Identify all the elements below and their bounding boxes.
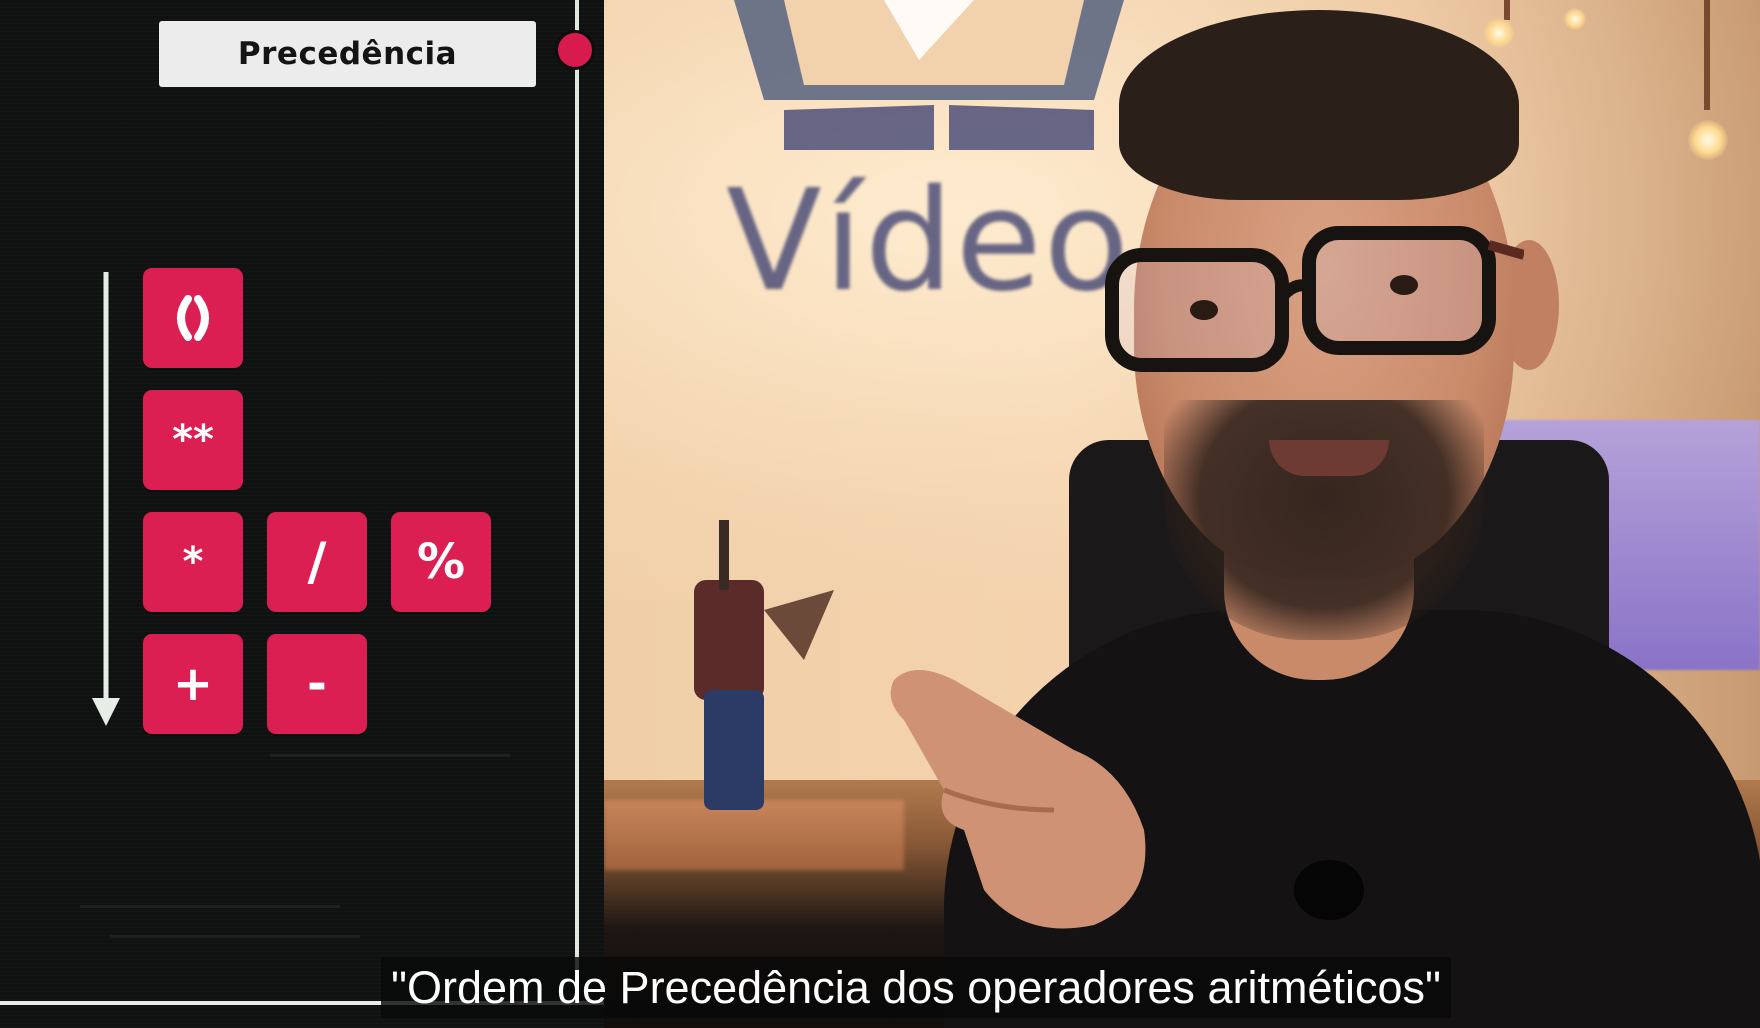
operator-tile-subtract: - (267, 634, 367, 734)
operator-tile-exponent: ** (143, 390, 243, 490)
wall-logo-text: Vídeo (726, 160, 1132, 323)
subtitle-caption: "Ordem de Precedência dos operadores ari… (381, 957, 1451, 1018)
slide-title: Precedência (159, 21, 536, 87)
ghost-row (110, 935, 360, 938)
video-frame: Precedência ** * / % + - Vídeo "Ordem de… (0, 0, 1760, 1028)
operator-tile-modulo: % (391, 512, 491, 612)
timeline-line (575, 0, 579, 1000)
parentheses-icon (177, 295, 209, 341)
pointing-hand (890, 670, 1146, 929)
timeline-marker-dot (555, 30, 595, 70)
lapel-microphone (1294, 860, 1364, 920)
pendant-lamp (1484, 18, 1514, 48)
pendant-lamp (1564, 8, 1586, 30)
operator-tile-multiply: * (143, 512, 243, 612)
lamp-rod (1704, 0, 1710, 110)
lamp-rod (1504, 0, 1510, 20)
ghost-row (270, 754, 510, 757)
presenter-video: Vídeo (604, 0, 1760, 1028)
mouth (1269, 440, 1389, 476)
figurine (694, 520, 834, 810)
glasses-icon (1105, 226, 1524, 372)
beard (1164, 400, 1484, 640)
operator-tile-add: + (143, 634, 243, 734)
play-icon (734, 0, 1124, 150)
slide-panel: Precedência ** * / % + - (0, 0, 604, 1028)
pendant-lamp (1688, 120, 1728, 160)
operator-tile-parentheses (143, 268, 243, 368)
operator-tile-divide: / (267, 512, 367, 612)
down-arrow-icon (92, 272, 120, 726)
hair (1119, 10, 1519, 200)
ghost-row (80, 905, 340, 908)
